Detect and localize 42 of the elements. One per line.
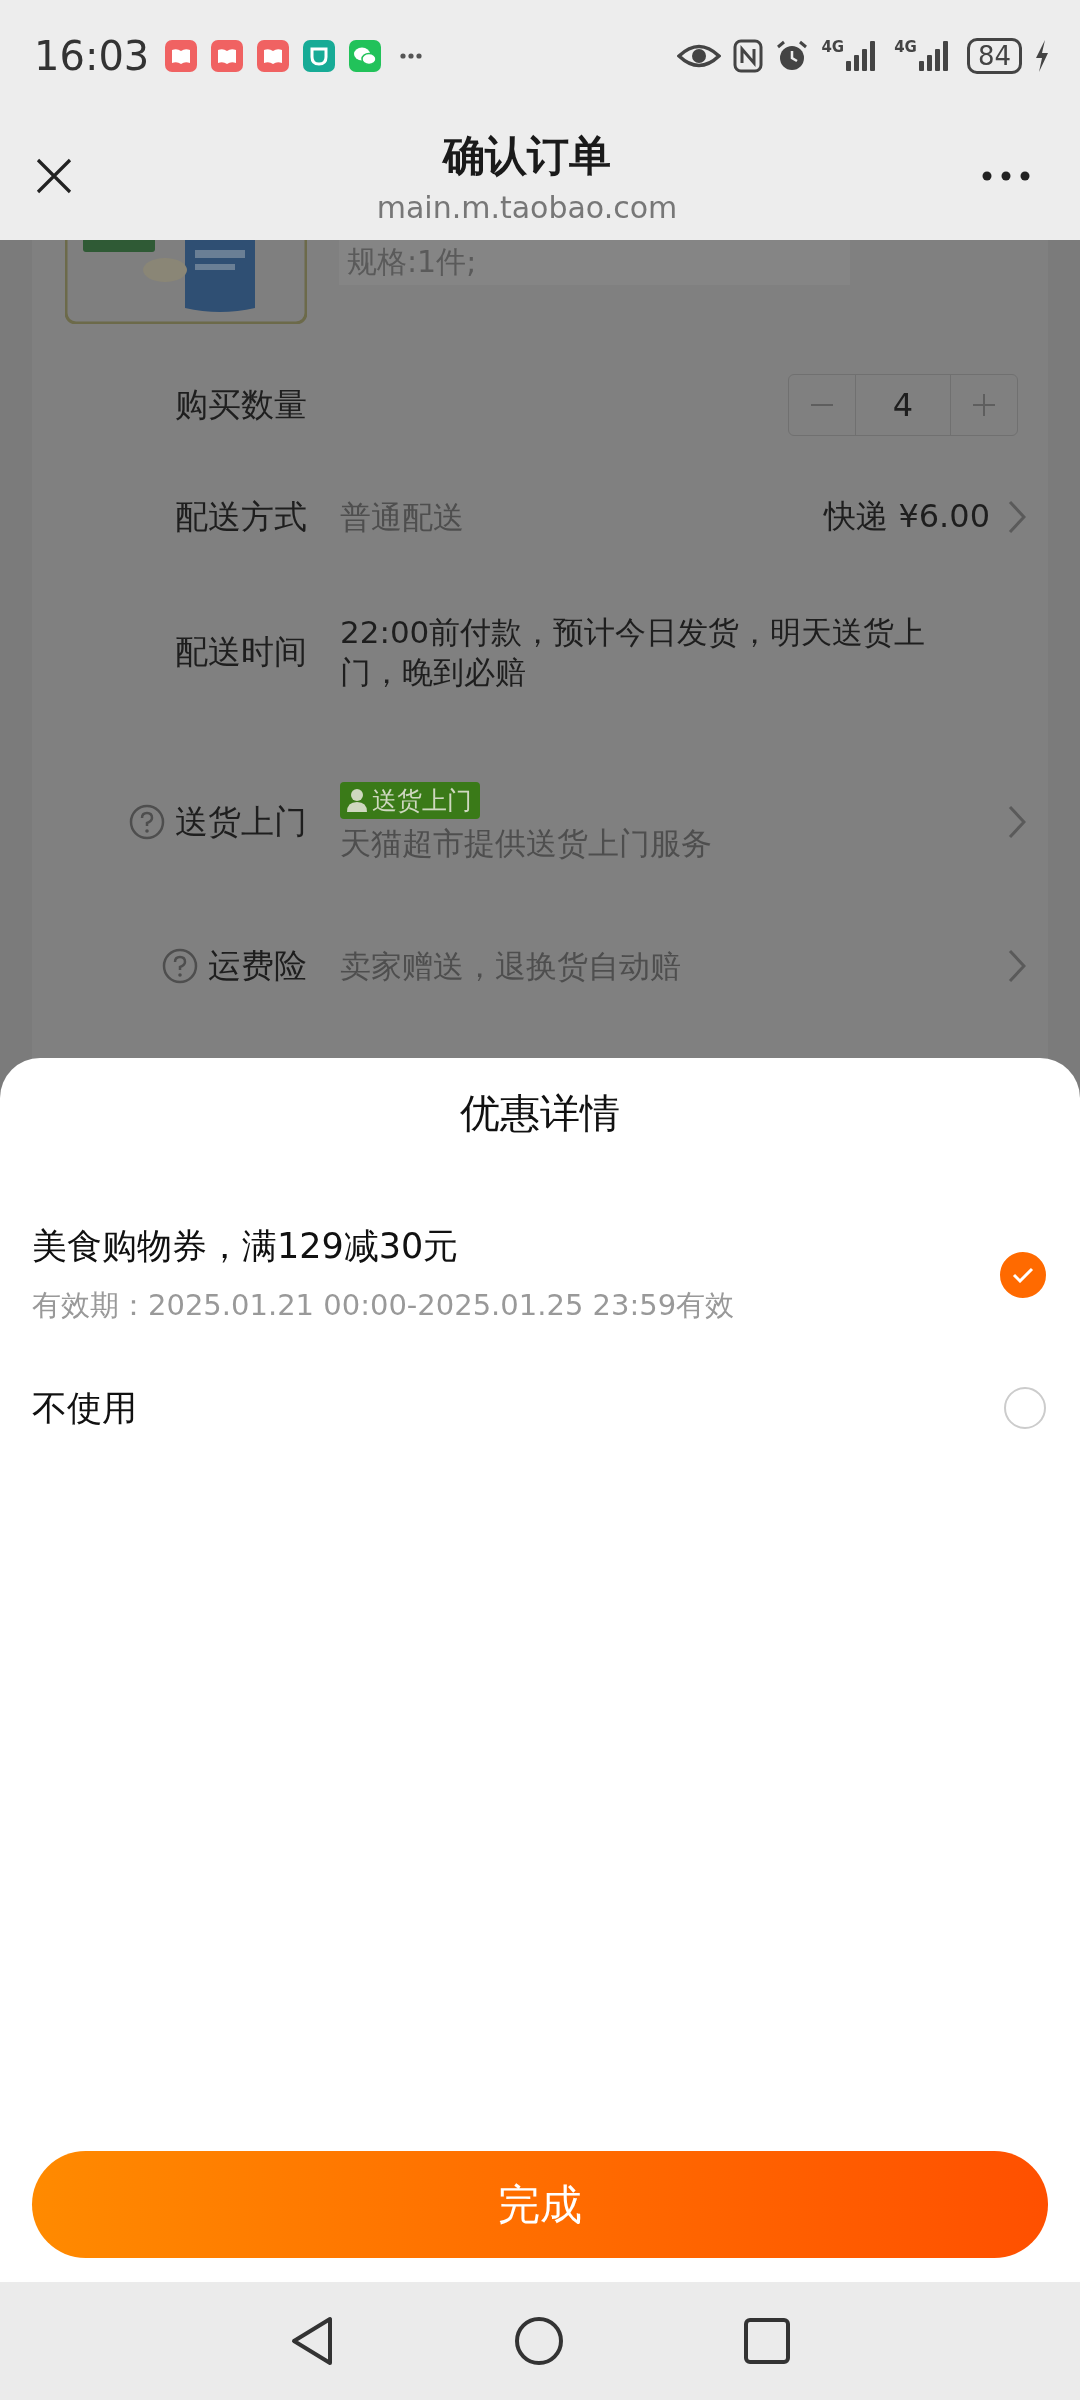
checked-radio[interactable] [1000, 1251, 1046, 1298]
field-label: 购买数量 [175, 383, 307, 426]
coupon-option[interactable]: 美食购物券，满129减30元 有效期：2025.01.21 00:00-2025.01.25 23:59有效 [32, 1223, 1048, 1326]
check-icon [1012, 1266, 1034, 1283]
book-app-icon [211, 40, 244, 72]
chat-app-icon [349, 40, 382, 72]
more-icon[interactable] [982, 171, 1030, 181]
minus-icon [811, 403, 833, 407]
network-type-label: 4G [894, 39, 917, 55]
coupon-option[interactable]: 不使用 [32, 1378, 1048, 1438]
shipping-price: 快递 ¥6.00 [824, 496, 990, 537]
field-value: 22:00前付款，预计今日发货，明天送货上门，晚到必赔 [340, 613, 927, 692]
nfc-icon [733, 39, 764, 73]
alarm-icon [775, 39, 810, 73]
chevron-right-icon[interactable] [1008, 949, 1026, 983]
field-label: 配送方式 [175, 495, 307, 538]
home-icon[interactable] [514, 2316, 564, 2366]
field-label: 运费险 [208, 944, 307, 987]
close-icon[interactable] [36, 158, 72, 194]
field-label: 送货上门 [175, 800, 307, 843]
charging-icon [1034, 39, 1050, 73]
sheet-title: 优惠详情 [460, 1089, 620, 1138]
field-label: 配送时间 [175, 630, 307, 673]
recents-icon[interactable] [744, 2318, 790, 2364]
battery-indicator: 84 [966, 38, 1022, 74]
help-icon[interactable] [129, 804, 165, 840]
clock-time: 16:03 [34, 33, 150, 79]
radio-button[interactable] [1004, 1387, 1046, 1429]
plus-icon [973, 394, 995, 416]
cup-app-icon [303, 40, 336, 72]
person-icon [346, 788, 368, 812]
help-icon[interactable] [162, 948, 198, 984]
page-url: main.m.taobao.com [376, 189, 678, 225]
more-icon [399, 52, 424, 60]
page-title: 确认订单 [443, 129, 611, 182]
chevron-right-icon[interactable] [1008, 805, 1026, 839]
chevron-right-icon[interactable] [1008, 500, 1026, 534]
book-app-icon [257, 40, 290, 72]
back-icon[interactable] [290, 2316, 334, 2366]
network-type-label: 4G [821, 39, 845, 55]
service-badge: 送货上门 [340, 781, 480, 819]
book-app-icon [165, 40, 198, 72]
